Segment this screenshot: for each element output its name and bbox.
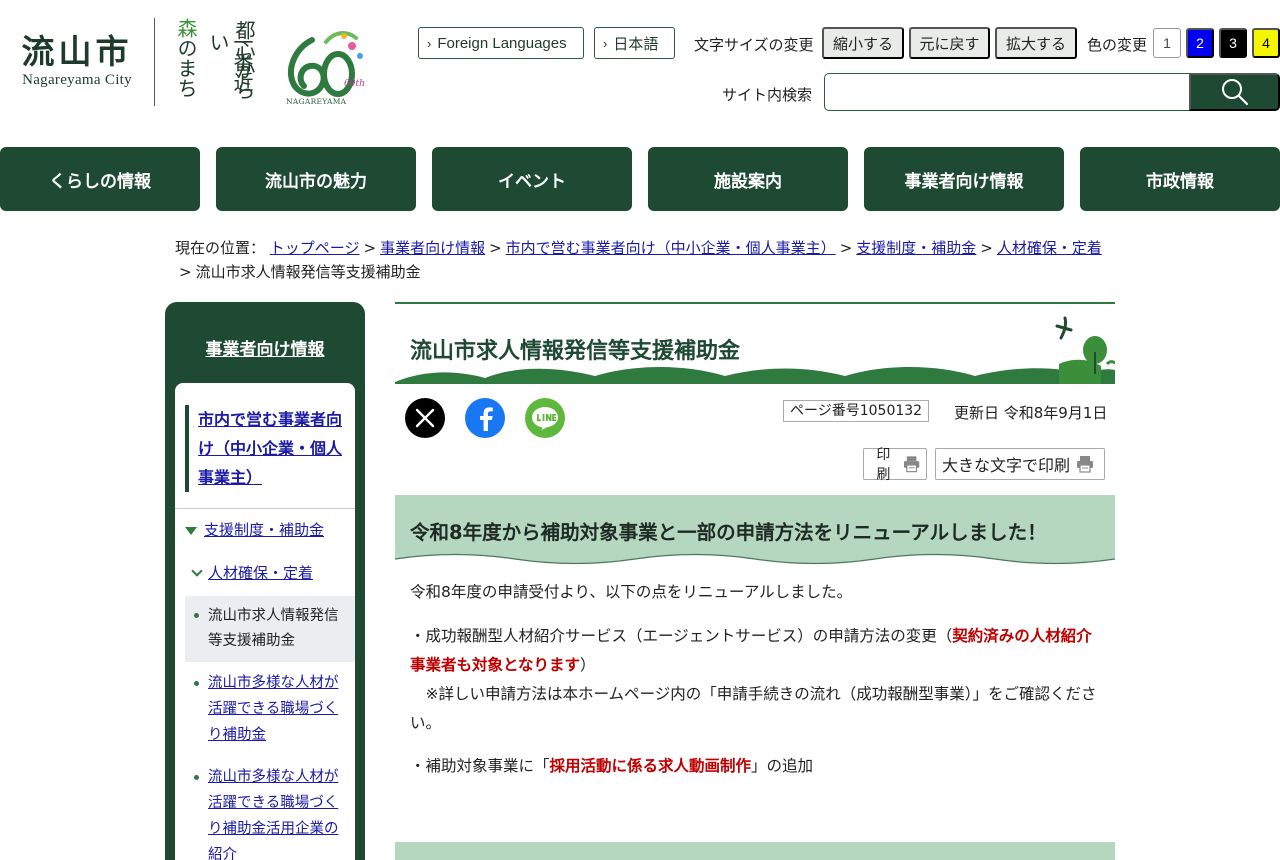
breadcrumb: 現在の位置： トップページ > 事業者向け情報 > 市内で営む事業者向け（中小企業・個人…: [175, 236, 1105, 284]
intro-paragraph: 令和8年度の申請受付より、以下の点をリニューアルしました。: [410, 583, 853, 601]
share-facebook-button[interactable]: [465, 398, 505, 438]
print-large-label: 大きな文字で印刷: [942, 458, 1071, 475]
site-logo[interactable]: 流山市 Nagareyama City 都心から 一番近い 森のまち 60th …: [16, 18, 366, 108]
breadcrumb-local-business[interactable]: 市内で営む事業者向け（中小企業・個人事業主）: [506, 239, 836, 257]
next-section-heading-block: [395, 842, 1115, 860]
chevron-down-icon: [191, 565, 203, 577]
x-logo-icon: [415, 408, 435, 428]
nav-business[interactable]: 事業者向け情報: [864, 147, 1064, 211]
breadcrumb-separator: >: [839, 239, 853, 257]
sidebar-item-workplace-companies[interactable]: 流山市多様な人材が活躍できる職場づくり補助金活用企業の紹介: [208, 764, 348, 860]
color-option-2[interactable]: 2: [1186, 28, 1214, 58]
breadcrumb-business[interactable]: 事業者向け情報: [380, 239, 485, 257]
chevron-right-icon: ›: [427, 35, 432, 51]
nav-facilities[interactable]: 施設案内: [648, 147, 848, 211]
sidebar-item-workplace-subsidy[interactable]: 流山市多様な人材が活躍できる職場づくり補助金: [208, 670, 348, 748]
breadcrumb-label: 現在の位置：: [175, 239, 266, 257]
sidebar-current-label: 流山市求人情報発信等支援補助金: [208, 608, 339, 649]
color-option-4[interactable]: 4: [1252, 28, 1280, 58]
anniversary-mark: 60th: [344, 79, 365, 89]
change-item-agent-text: ・成功報酬型人材紹介サービス（エージェントサービス）の申請方法の変更（: [410, 627, 953, 645]
slogan-line-2: 一番近い: [206, 32, 254, 92]
breadcrumb-separator: >: [980, 239, 993, 257]
page-title-block: 流山市求人情報発信等支援補助金: [395, 302, 1115, 384]
printer-icon: [1077, 456, 1094, 473]
search-icon: [1221, 79, 1248, 106]
change-item-agent-close: ）: [580, 656, 596, 674]
slogan-line-3: 森のまち: [174, 18, 198, 98]
change-item-video-close: 」の追加: [751, 757, 814, 775]
breadcrumb-staffing[interactable]: 人材確保・定着: [997, 239, 1102, 257]
wave-decoration: [395, 553, 1115, 565]
print-label: 印刷: [876, 446, 891, 482]
share-x-button[interactable]: [405, 398, 445, 438]
japanese-button[interactable]: › 日本語: [594, 27, 675, 59]
color-option-1[interactable]: 1: [1153, 28, 1181, 58]
nav-living[interactable]: くらしの情報: [0, 147, 200, 211]
sidebar-item-current: 流山市求人情報発信等支援補助金: [185, 596, 355, 662]
font-shrink-button[interactable]: 縮小する: [822, 27, 904, 59]
breadcrumb-top[interactable]: トップページ: [270, 239, 360, 257]
slogan-logo: 都心から 一番近い 森のまち: [172, 18, 268, 110]
triangle-down-icon: [185, 527, 197, 535]
share-line-button[interactable]: [525, 398, 565, 438]
search-button[interactable]: [1189, 73, 1280, 111]
chevron-right-icon: ›: [603, 35, 608, 51]
font-reset-button[interactable]: 元に戻す: [909, 27, 990, 59]
breadcrumb-current: 流山市求人情報発信等支援補助金: [195, 263, 421, 281]
foreign-languages-label: Foreign Languages: [437, 34, 567, 52]
slogan-nomachi: のまち: [174, 38, 198, 98]
font-enlarge-button[interactable]: 拡大する: [995, 27, 1077, 59]
logo-divider: [154, 18, 155, 106]
sidebar-item-subsidies[interactable]: 支援制度・補助金: [204, 518, 324, 542]
sidebar: 事業者向け情報 市内で営む事業者向け（中小企業・個人事業主） 支援制度・補助金 …: [165, 302, 365, 860]
print-button[interactable]: 印刷: [863, 446, 927, 482]
bullet-icon: [194, 775, 199, 780]
bullet-icon: [194, 681, 199, 686]
global-nav: くらしの情報 流山市の魅力 イベント 施設案内 事業者向け情報 市政情報: [0, 147, 1280, 211]
page-title: 流山市求人情報発信等支援補助金: [410, 339, 741, 364]
change-item-video: ・補助対象事業に「採用活動に係る求人動画制作」の追加: [410, 752, 1100, 781]
breadcrumb-separator: >: [179, 263, 192, 281]
print-large-button[interactable]: 大きな文字で印刷: [935, 448, 1105, 480]
change-item-agent: ・成功報酬型人材紹介サービス（エージェントサービス）の申請方法の変更（契約済みの…: [410, 622, 1100, 738]
search-label: サイト内検索: [722, 86, 813, 104]
nav-events[interactable]: イベント: [432, 147, 632, 211]
breadcrumb-subsidies[interactable]: 支援制度・補助金: [856, 239, 976, 257]
city-name-kanji: 流山市: [21, 32, 133, 71]
anniversary-60th-logo: 60th NAGAREYAMA: [286, 31, 365, 106]
breadcrumb-separator: >: [363, 239, 377, 257]
sidebar-item-staffing[interactable]: 人材確保・定着: [208, 561, 313, 585]
change-item-agent-note: ※詳しい申請方法は本ホームページ内の「申請手続きの流れ（成功報酬型事業）」をご確…: [410, 685, 1097, 732]
nav-city-admin[interactable]: 市政情報: [1080, 147, 1280, 211]
slogan-mori: 森: [174, 18, 198, 38]
section-heading-block: 令和8年度から補助対象事業と一部の申請方法をリニューアルしました！: [395, 495, 1115, 565]
change-item-video-text: ・補助対象事業に「: [410, 757, 550, 775]
breadcrumb-separator: >: [489, 239, 502, 257]
color-change-label: 色の変更: [1087, 36, 1148, 54]
sidebar-category-link[interactable]: 市内で営む事業者向け（中小企業・個人事業主）: [185, 405, 345, 492]
updated-date: 更新日 令和8年9月1日: [954, 404, 1108, 422]
anniversary-caption: NAGAREYAMA: [286, 97, 347, 106]
foreign-languages-button[interactable]: › Foreign Languages: [418, 27, 584, 59]
color-option-3[interactable]: 3: [1219, 28, 1247, 58]
city-name-roman: Nagareyama City: [22, 72, 132, 88]
line-logo-icon: [532, 407, 558, 430]
nav-attractions[interactable]: 流山市の魅力: [216, 147, 416, 211]
sidebar-panel: 市内で営む事業者向け（中小企業・個人事業主） 支援制度・補助金 人材確保・定着 …: [175, 383, 355, 860]
sidebar-title[interactable]: 事業者向け情報: [165, 335, 365, 360]
bullet-icon: [194, 613, 199, 618]
printer-icon: [903, 456, 920, 473]
emphasis-text: 採用活動に係る求人動画制作: [549, 757, 752, 775]
city-logo: 流山市 Nagareyama City: [16, 32, 138, 89]
japanese-label: 日本語: [613, 35, 659, 53]
section-heading: 令和8年度から補助対象事業と一部の申請方法をリニューアルしました！: [410, 521, 1047, 544]
sidebar-divider: [175, 508, 355, 509]
page-number: ページ番号1050132: [783, 400, 930, 422]
facebook-logo-icon: [480, 407, 493, 431]
font-size-label: 文字サイズの変更: [694, 36, 814, 54]
search-input[interactable]: [824, 73, 1190, 111]
